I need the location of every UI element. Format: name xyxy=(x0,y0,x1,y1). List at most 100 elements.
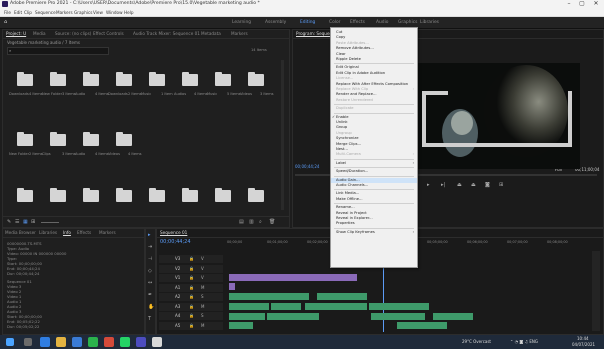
weather-status[interactable]: 29°C Overcast xyxy=(462,339,491,344)
menu-item-audio-channels[interactable]: Audio Channels... xyxy=(331,183,417,188)
tab-effects[interactable]: Effects xyxy=(77,230,91,235)
type-tool-icon[interactable]: T xyxy=(148,316,151,322)
track-header[interactable]: A3 🔒 M xyxy=(159,302,223,311)
folder-icon[interactable] xyxy=(17,72,33,86)
track-toggle[interactable]: S xyxy=(201,313,204,318)
menu-markers[interactable]: Markers xyxy=(56,10,73,15)
premiere-taskbar-icon[interactable] xyxy=(136,337,146,347)
audio-clip[interactable] xyxy=(369,303,429,310)
track-header[interactable]: V3 🔒 V xyxy=(159,255,223,263)
track-toggle[interactable]: M xyxy=(201,323,204,328)
zoom-slider[interactable] xyxy=(41,222,59,223)
list-view-icon[interactable]: ☰ xyxy=(15,219,19,225)
pencil-icon[interactable]: ✎ xyxy=(7,219,11,225)
tab-markers-bottom[interactable]: Markers xyxy=(99,230,116,235)
bin-icon[interactable]: ▤ xyxy=(239,219,244,225)
folder-icon[interactable] xyxy=(248,188,264,202)
lock-icon[interactable]: 🔒 xyxy=(189,275,194,280)
audio-clip[interactable] xyxy=(433,313,473,320)
lock-icon[interactable]: 🔒 xyxy=(189,294,194,299)
ripple-edit-icon[interactable]: ⊣ xyxy=(148,256,152,262)
excel-icon[interactable] xyxy=(88,337,98,347)
folder-icon[interactable] xyxy=(17,132,33,146)
folder-icon[interactable] xyxy=(149,188,165,202)
menu-item-ripple-delete[interactable]: Ripple Delete xyxy=(331,57,417,62)
audio-clip[interactable] xyxy=(229,313,265,320)
folder-icon[interactable] xyxy=(116,188,132,202)
tab-audio-track-mixer[interactable]: Audio Track Mixer: Sequence 01 xyxy=(133,31,200,36)
workspace-effects[interactable]: Effects xyxy=(350,20,365,25)
folder-icon[interactable] xyxy=(182,188,198,202)
audio-clip[interactable] xyxy=(305,303,367,310)
folder-icon[interactable] xyxy=(215,72,231,86)
program-timecode[interactable]: 00;00;44;24 xyxy=(295,164,319,169)
workspace-assembly[interactable]: Assembly xyxy=(265,20,286,25)
close-button[interactable]: ✕ xyxy=(589,0,603,7)
track-toggle[interactable]: M xyxy=(201,285,204,290)
menu-clip[interactable]: Clip xyxy=(24,10,32,15)
lock-icon[interactable]: 🔒 xyxy=(189,313,194,318)
lock-icon[interactable]: 🔒 xyxy=(189,266,194,271)
mark-out-icon[interactable]: ▸| xyxy=(441,182,445,188)
folder-icon[interactable] xyxy=(17,188,33,202)
menu-item-properties[interactable]: Properties xyxy=(331,221,417,226)
tab-sequence[interactable]: Sequence 01 xyxy=(160,230,187,235)
menu-item-label[interactable]: Label › xyxy=(331,161,417,166)
workspace-color[interactable]: Color xyxy=(329,20,340,25)
tab-markers[interactable]: Markers xyxy=(231,31,248,36)
slip-tool-icon[interactable]: ↔ xyxy=(148,280,152,286)
video-clip[interactable] xyxy=(229,274,283,281)
workspace-audio[interactable]: Audio xyxy=(376,20,388,25)
track-header[interactable]: A2 🔒 S xyxy=(159,293,223,301)
word-icon[interactable] xyxy=(72,337,82,347)
menu-edit[interactable]: Edit xyxy=(14,10,22,15)
audio-clip[interactable] xyxy=(229,293,309,300)
lock-icon[interactable]: 🔒 xyxy=(189,323,194,328)
menu-item-duplicate[interactable]: Duplicate xyxy=(331,106,417,111)
menu-help[interactable]: Help xyxy=(124,10,134,15)
clock-time[interactable]: 10:44 xyxy=(577,336,589,341)
minimize-button[interactable]: – xyxy=(562,0,576,7)
audio-clip[interactable] xyxy=(397,322,447,329)
video-clip[interactable] xyxy=(317,274,357,281)
folder-icon[interactable] xyxy=(248,72,264,86)
timeline-timecode[interactable]: 00;00;44;24 xyxy=(160,239,191,245)
folder-icon[interactable] xyxy=(83,72,99,86)
tab-media-browser[interactable]: Media Browser xyxy=(5,230,36,235)
menu-item-restore-unrendered[interactable]: Restore Unrendered xyxy=(331,98,417,103)
track-header[interactable]: A1 🔒 M xyxy=(159,283,223,292)
lock-icon[interactable]: 🔒 xyxy=(189,285,194,290)
audio-clip[interactable] xyxy=(267,313,319,320)
audio-clip[interactable] xyxy=(317,293,367,300)
menu-item-speed-duration[interactable]: Speed/Duration... xyxy=(331,169,417,174)
whatsapp-icon[interactable] xyxy=(120,337,130,347)
track-header[interactable]: V1 🔒 V xyxy=(159,274,223,282)
menu-graphics[interactable]: Graphics xyxy=(74,10,93,15)
file-explorer-icon[interactable] xyxy=(56,337,66,347)
step-forward-icon[interactable]: ▸ xyxy=(427,182,430,188)
audio-clip[interactable] xyxy=(371,313,425,320)
folder-icon[interactable] xyxy=(149,72,165,86)
project-scrollbar[interactable] xyxy=(281,60,284,210)
clock-date[interactable]: 04/07/2021 xyxy=(572,342,595,347)
hand-tool-icon[interactable]: ✋ xyxy=(148,304,154,310)
maximize-button[interactable]: ▢ xyxy=(575,0,589,7)
tab-source[interactable]: Source: (no clips) xyxy=(55,31,91,36)
track-toggle[interactable]: V xyxy=(201,266,204,271)
tab-media[interactable]: Media xyxy=(33,31,46,36)
audio-clip[interactable] xyxy=(229,303,269,310)
icon-view-icon[interactable]: ▦ xyxy=(23,219,28,225)
pen-tool-icon[interactable]: ✒ xyxy=(148,292,152,298)
video-clip[interactable] xyxy=(283,274,317,281)
tab-project[interactable]: Project: U xyxy=(6,31,26,36)
audio-clip[interactable] xyxy=(229,322,253,329)
powerpoint-icon[interactable] xyxy=(104,337,114,347)
folder-icon[interactable] xyxy=(116,72,132,86)
workspace-libraries[interactable]: Libraries xyxy=(420,20,439,25)
system-tray-icons[interactable]: ⌃ ◔ ◙ ♫ ENG xyxy=(510,339,538,344)
tab-metadata[interactable]: Metadata xyxy=(201,31,221,36)
track-select-icon[interactable]: ⇥ xyxy=(148,244,152,250)
track-toggle[interactable]: S xyxy=(201,294,204,299)
project-search-input[interactable]: ⌕ xyxy=(7,47,109,55)
menu-item-make-offline[interactable]: Make Offline... xyxy=(331,197,417,202)
